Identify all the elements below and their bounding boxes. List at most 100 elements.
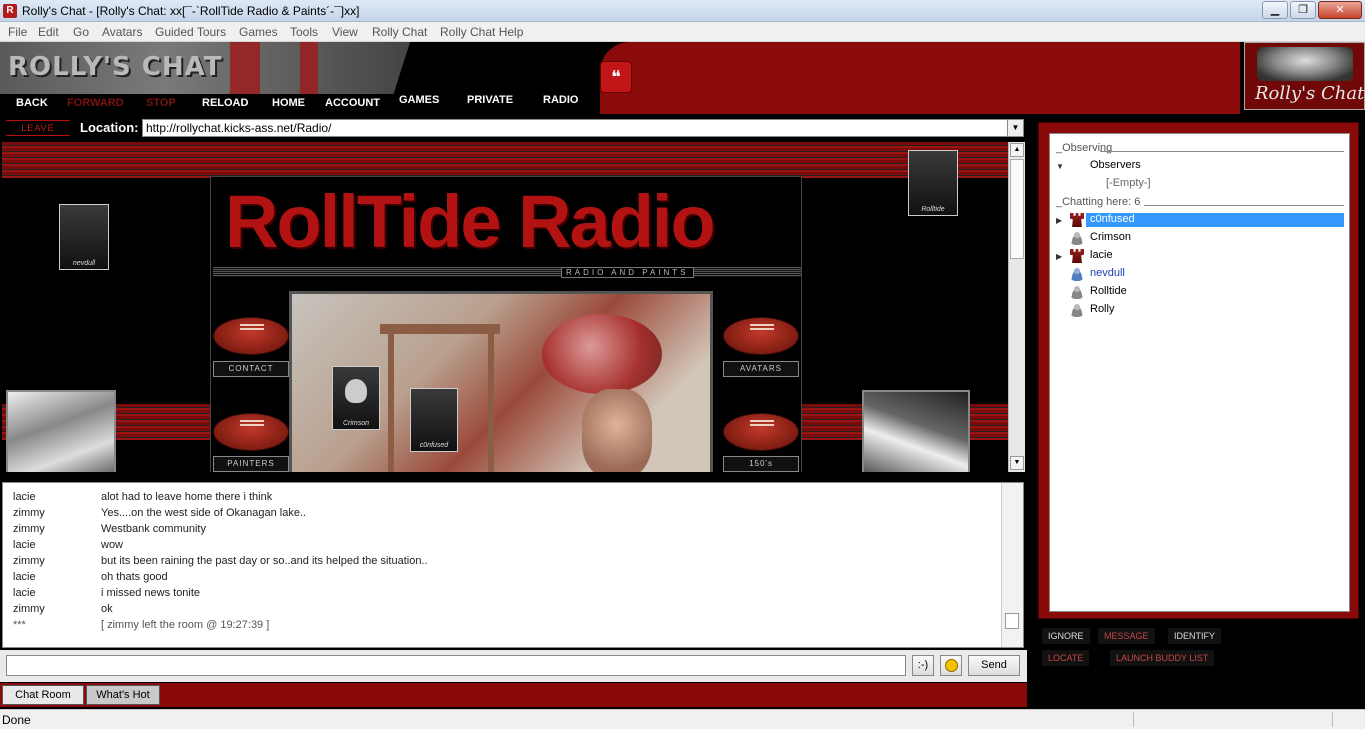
chat-input[interactable]	[6, 655, 906, 676]
user-nevdull[interactable]: nevdull	[1090, 267, 1125, 279]
locate-button[interactable]: LOCATE	[1042, 650, 1090, 666]
location-label: Location:	[80, 120, 139, 135]
maximize-button[interactable]: ❐	[1290, 1, 1316, 19]
location-bar: LEAVE Location: http://rollychat.kicks-a…	[0, 116, 1027, 140]
location-input[interactable]: http://rollychat.kicks-ass.net/Radio/	[142, 119, 1010, 137]
avatar-thumb-nevdull[interactable]: nevdull	[59, 204, 109, 270]
football-icon[interactable]	[213, 317, 289, 355]
chat-scroll-thumb[interactable]	[1005, 613, 1019, 629]
photo-right	[862, 390, 970, 472]
elephant-mascot-icon	[1257, 47, 1353, 81]
observing-header: _Observing	[1056, 142, 1113, 154]
rook-icon	[1070, 213, 1084, 227]
banner: ROLLY'S CHAT ❝ BACK FORWARD STOP RELOAD …	[0, 42, 1365, 114]
scroll-up-arrow-icon[interactable]: ▲	[1010, 143, 1024, 157]
app-window: R Rolly's Chat - [Rolly's Chat: xx[¯-`Ro…	[0, 0, 1365, 729]
avatar-thumb-rolltide[interactable]: Rolltide	[908, 150, 958, 216]
menu-file[interactable]: File	[8, 25, 27, 39]
tab-bar: Chat Room What's Hot	[0, 683, 1027, 707]
user-rolly[interactable]: Rolly	[1090, 303, 1114, 315]
chat-bubble-icon[interactable]: ❝	[600, 61, 632, 93]
radio-panel: RollTide Radio RADIO AND PAINTS Crimson …	[210, 176, 802, 472]
location-dropdown[interactable]: ▼	[1007, 119, 1024, 137]
smiley-button[interactable]	[940, 655, 962, 676]
football-icon[interactable]	[723, 413, 799, 451]
red-stripes-top	[2, 142, 1008, 178]
150s-button[interactable]: 150's	[723, 456, 799, 472]
users-panel: _Observing ▼ Observers [-Empty-] _Chatti…	[1032, 114, 1365, 709]
forward-button[interactable]: FORWARD	[67, 97, 124, 109]
person-blue-icon	[1070, 267, 1084, 281]
user-list: _Observing ▼ Observers [-Empty-] _Chatti…	[1049, 133, 1350, 612]
expand-arrow-icon[interactable]: ▶	[1056, 252, 1062, 261]
tab-whats-hot[interactable]: What's Hot	[86, 685, 160, 705]
observers-empty: [-Empty-]	[1106, 177, 1151, 189]
corner-logo: Rolly's Chat	[1244, 42, 1365, 110]
send-button[interactable]: Send	[968, 655, 1020, 676]
avatars-button[interactable]: AVATARS	[723, 361, 799, 377]
chat-scrollbar[interactable]	[1001, 483, 1023, 647]
private-button[interactable]: PRIVATE	[467, 94, 513, 106]
site-logo: ROLLY'S CHAT	[0, 42, 410, 94]
scroll-down-arrow-icon[interactable]: ▼	[1010, 456, 1024, 470]
radio-title: RollTide Radio	[225, 180, 716, 263]
chat-composer: :-) Send	[0, 650, 1027, 682]
close-button[interactable]: ✕	[1318, 1, 1362, 19]
menu-rolly-chat-help[interactable]: Rolly Chat Help	[440, 25, 523, 39]
collapse-arrow-icon[interactable]: ▼	[1056, 162, 1064, 171]
launch-buddy-list-button[interactable]: LAUNCH BUDDY LIST	[1110, 650, 1215, 666]
menu-guided-tours[interactable]: Guided Tours	[155, 25, 226, 39]
subtitle-strip	[213, 267, 801, 277]
identify-button[interactable]: IDENTIFY	[1168, 628, 1222, 644]
menu-edit[interactable]: Edit	[38, 25, 59, 39]
scroll-thumb[interactable]	[1010, 159, 1024, 259]
users-frame: _Observing ▼ Observers [-Empty-] _Chatti…	[1038, 122, 1359, 619]
menu-bar: File Edit Go Avatars Guided Tours Games …	[0, 22, 1365, 42]
games-button[interactable]: GAMES	[399, 94, 439, 106]
painters-button[interactable]: PAINTERS	[213, 456, 289, 472]
person-icon	[1070, 231, 1084, 245]
minimize-button[interactable]: ▁	[1262, 1, 1288, 19]
football-icon[interactable]	[213, 413, 289, 451]
logo-text: ROLLY'S CHAT	[8, 52, 223, 82]
menu-games[interactable]: Games	[239, 25, 278, 39]
chatting-header: _Chatting here: 6	[1056, 196, 1141, 208]
contact-button[interactable]: CONTACT	[213, 361, 289, 377]
leave-button[interactable]: LEAVE	[6, 120, 70, 136]
web-view: nevdull Rolltide RollTide Radio RADIO AN…	[2, 142, 1008, 472]
radio-button[interactable]: RADIO	[543, 94, 578, 106]
observers-group[interactable]: Observers	[1090, 159, 1141, 171]
home-button[interactable]: HOME	[272, 97, 305, 109]
user-crimson[interactable]: Crimson	[1090, 231, 1131, 243]
message-button[interactable]: MESSAGE	[1098, 628, 1155, 644]
user-lacie[interactable]: lacie	[1090, 249, 1113, 261]
stop-button[interactable]: STOP	[146, 97, 176, 109]
menu-avatars[interactable]: Avatars	[102, 25, 142, 39]
web-scrollbar[interactable]: ▲ ▼	[1008, 142, 1025, 472]
corner-logo-text: Rolly's Chat	[1255, 83, 1365, 104]
person-icon	[1070, 285, 1084, 299]
main-artwork: Crimson c0nfused	[289, 291, 713, 472]
ignore-button[interactable]: IGNORE	[1042, 628, 1090, 644]
menu-rolly-chat[interactable]: Rolly Chat	[372, 25, 427, 39]
status-text: Done	[2, 713, 31, 727]
rook-icon	[1070, 249, 1084, 263]
account-button[interactable]: ACCOUNT	[325, 97, 380, 109]
title-bar: R Rolly's Chat - [Rolly's Chat: xx[¯-`Ro…	[0, 0, 1365, 22]
tab-chat-room[interactable]: Chat Room	[2, 685, 84, 705]
reload-button[interactable]: RELOAD	[202, 97, 248, 109]
expand-arrow-icon[interactable]: ▶	[1056, 216, 1062, 225]
avatar-thumb-crimson[interactable]: Crimson	[332, 366, 380, 430]
menu-go[interactable]: Go	[73, 25, 89, 39]
avatar-thumb-c0nfused[interactable]: c0nfused	[410, 388, 458, 452]
back-button[interactable]: BACK	[16, 97, 48, 109]
emote-button[interactable]: :-)	[912, 655, 934, 676]
menu-tools[interactable]: Tools	[290, 25, 318, 39]
user-c0nfused[interactable]: c0nfused	[1090, 213, 1135, 225]
person-icon	[1070, 303, 1084, 317]
user-rolltide[interactable]: Rolltide	[1090, 285, 1127, 297]
football-icon[interactable]	[723, 317, 799, 355]
chat-log: lacie alot had to leave home there i thin…	[2, 482, 1024, 648]
menu-view[interactable]: View	[332, 25, 358, 39]
banner-red-band	[632, 42, 1240, 114]
